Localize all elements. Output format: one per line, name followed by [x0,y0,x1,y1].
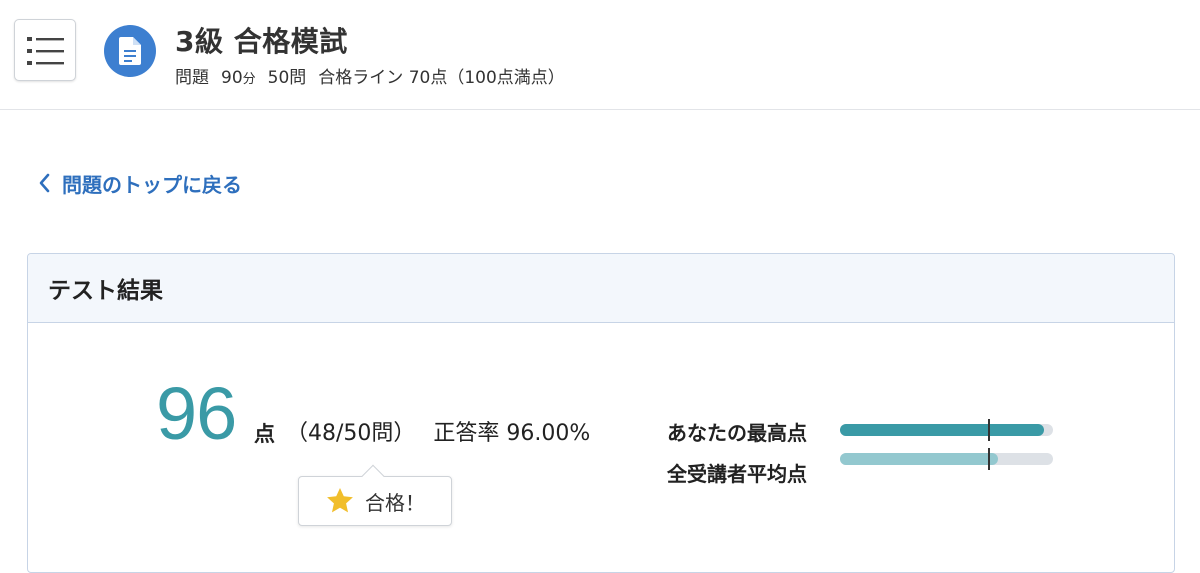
duration-value: 90 [221,68,243,88]
best-score-bar-fill [840,424,1045,436]
pass-line-marker [988,419,991,441]
card-title: テスト結果 [48,278,163,304]
pass-line-marker [988,448,991,470]
pass-badge: 合格！ [298,476,452,526]
average-score-label: 全受講者平均点 [667,462,807,486]
test-result-card: テスト結果 96 点 （48/50問） 正答率 96.00% 合格！ あなたの最高… [27,253,1175,573]
back-to-top-link[interactable]: 問題のトップに戻る [38,170,242,197]
best-score-label: あなたの最高点 [667,421,807,445]
document-icon [119,37,141,65]
menu-button[interactable] [14,19,76,81]
average-score-bar [840,448,1053,470]
list-menu-icon [27,37,64,65]
document-badge [104,25,156,77]
correct-count: （48/50問） [286,421,416,446]
best-score-bar [840,419,1053,441]
average-score-bar-fill [840,453,998,465]
score-unit: 点 [254,422,275,446]
duration-unit: 分 [242,72,256,87]
pass-status: 合格！ [365,490,425,515]
card-header: テスト結果 [28,254,1174,323]
score-detail: （48/50問） 正答率 96.00% [286,415,590,447]
star-icon [327,487,353,513]
pass-line: 合格ライン 70点（100点満点） [318,68,565,88]
chevron-left-icon [39,173,50,193]
questions-label: 問題 [175,68,209,88]
question-count: 50問 [267,68,307,88]
exam-meta: 問題 90分 50問 合格ライン 70点（100点満点） [175,63,565,88]
back-link-label: 問題のトップに戻る [62,172,242,197]
page-header: 3級 合格模試 問題 90分 50問 合格ライン 70点（100点満点） [0,0,1200,110]
score-value: 96 [156,372,237,455]
accuracy-rate: 正答率 96.00% [433,421,591,446]
exam-title: 3級 合格模試 [175,25,348,58]
